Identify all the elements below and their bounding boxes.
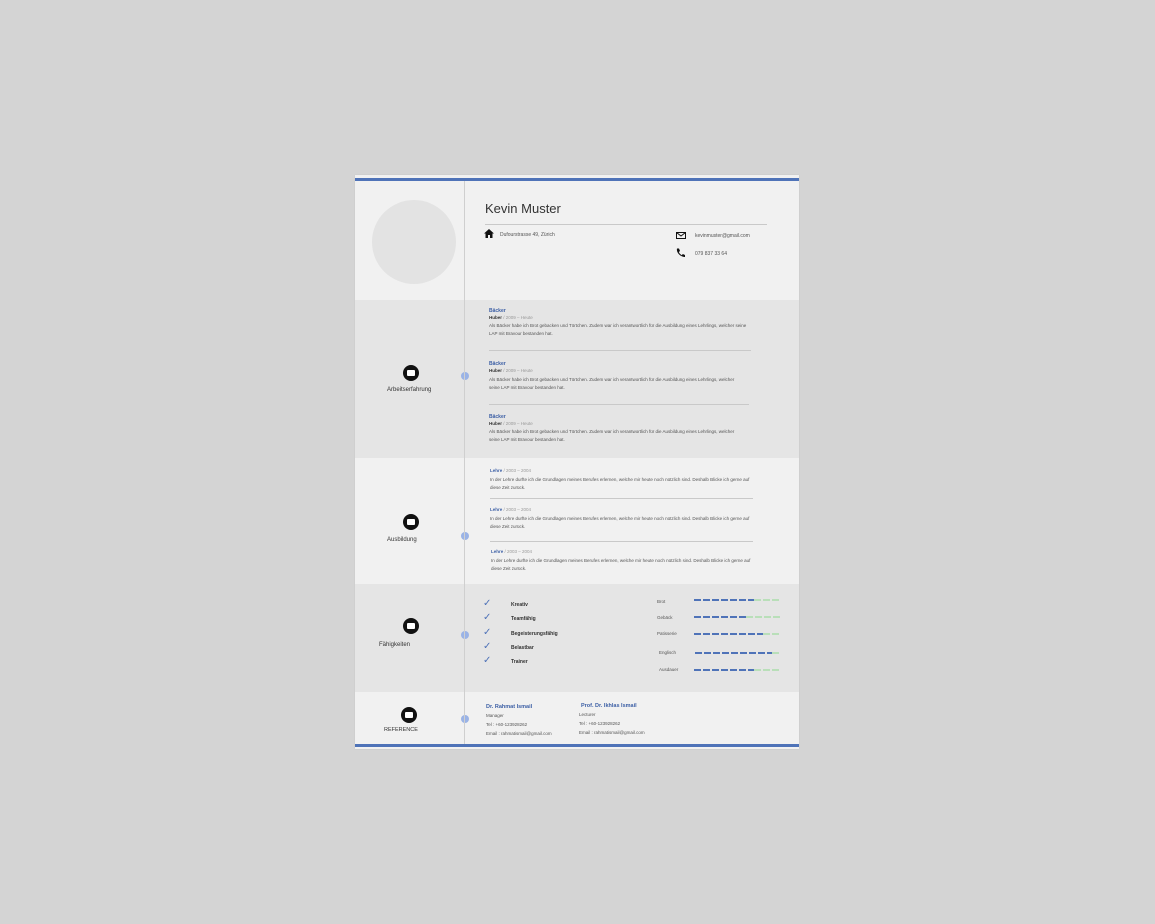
- phone-icon: [676, 248, 685, 257]
- education-section-label: Ausbildung: [387, 537, 417, 543]
- soft-skill-item: Belastbar: [511, 645, 534, 651]
- reference-email: Email : rahmatismail@gmail.com: [579, 730, 645, 735]
- entry-divider: [489, 404, 749, 405]
- phone-text[interactable]: 079 837 33 64: [695, 251, 727, 257]
- reference-icon: [401, 707, 417, 723]
- timeline-line: [464, 181, 465, 744]
- checkmark-icon: ✓: [483, 627, 492, 638]
- skill-level-meter: [694, 669, 780, 671]
- briefcase-icon: [403, 365, 419, 381]
- reference-phone: Tel : +60-123928262: [486, 722, 528, 727]
- skill-level-meter: [695, 652, 781, 654]
- education-entry-text: In der Lehre durfte ich die Grundlagen m…: [490, 516, 750, 529]
- skills-icon: [403, 618, 419, 634]
- education-entry-text: In der Lehre durfte ich die Grundlagen m…: [491, 558, 751, 571]
- work-entry-meta: Huber / 2009 – Heute: [489, 368, 533, 373]
- timeline-dot-skills: [461, 631, 469, 639]
- work-section-label: Arbeitserfahrung: [387, 387, 432, 393]
- skill-level-meter: [694, 616, 780, 618]
- education-entry-meta: Lehre / 2003 – 2004: [490, 507, 532, 512]
- reference-role: Lecturer: [579, 712, 596, 717]
- skill-level-label: Patisserie: [657, 631, 677, 636]
- timeline-dot-education: [461, 532, 469, 540]
- checkmark-icon: ✓: [483, 612, 492, 623]
- reference-role: Manager: [486, 713, 504, 718]
- skill-level-label: Ausdauer: [659, 667, 679, 672]
- reference-name: Dr. Rahmat Ismail: [486, 704, 533, 710]
- reference-phone: Tel : +60-123928262: [579, 721, 621, 726]
- resume-page: Kevin Muster Dufourstrasse 49, Zürich ke…: [355, 175, 799, 749]
- education-entry-text: In der Lehre durfte ich die Grundlagen m…: [490, 477, 750, 490]
- timeline-dot-work: [461, 372, 469, 380]
- soft-skill-item: Begeisterungsfähig: [511, 631, 558, 637]
- email-text[interactable]: kevinmuster@gmail.com: [695, 233, 750, 239]
- education-entry-meta: Lehre / 2003 – 2004: [490, 468, 532, 473]
- skill-level-meter: [694, 633, 780, 635]
- header-divider: [485, 224, 767, 225]
- skill-level-label: Englisch: [659, 650, 677, 655]
- entry-divider: [490, 541, 753, 542]
- work-entry-title: Bäcker: [489, 361, 506, 367]
- soft-skill-item: Teamfähig: [511, 616, 536, 622]
- work-entry-meta: Huber / 2009 – Heute: [489, 421, 533, 426]
- entry-divider: [489, 350, 751, 351]
- skill-level-label: Gebäck: [657, 615, 673, 620]
- work-entry-title: Bäcker: [489, 414, 506, 420]
- graduation-cap-icon: [403, 514, 419, 530]
- address-text: Dufourstrasse 49, Zürich: [500, 232, 555, 238]
- work-entry-text: Als Bäcker habe ich Brot gebacken und Tö…: [489, 377, 735, 390]
- entry-divider: [490, 498, 753, 499]
- work-entry-text: Als Bäcker habe ich Brot gebacken und Tö…: [489, 323, 747, 336]
- checkmark-icon: ✓: [483, 598, 492, 609]
- timeline-dot-reference: [461, 715, 469, 723]
- work-entry-text: Als Bäcker habe ich Brot gebacken und Tö…: [489, 429, 735, 442]
- reference-email: Email : rahmatismail@gmail.com: [486, 731, 552, 736]
- soft-skill-item: Trainer: [511, 659, 528, 665]
- candidate-name: Kevin Muster: [485, 201, 561, 216]
- reference-name: Prof. Dr. Ikhlas Ismail: [581, 703, 637, 709]
- skills-section-label: Fähigkeiten: [379, 642, 411, 648]
- reference-section-label: REFERENCE: [384, 727, 418, 733]
- skill-level-meter: [694, 599, 780, 601]
- skill-level-label: Brot: [657, 599, 666, 604]
- checkmark-icon: ✓: [483, 641, 492, 652]
- bottom-accent-bar: [355, 744, 799, 747]
- education-entry-meta: Lehre / 2003 – 2004: [491, 549, 533, 554]
- top-accent-bar: [355, 178, 799, 181]
- profile-photo-placeholder: [372, 200, 456, 284]
- mail-icon: [676, 232, 686, 239]
- work-entry-meta: Huber / 2009 – Heute: [489, 315, 533, 320]
- home-icon: [484, 229, 494, 238]
- work-entry-title: Bäcker: [489, 308, 506, 314]
- soft-skill-item: Kreativ: [511, 602, 528, 608]
- reference-section: [355, 692, 799, 744]
- checkmark-icon: ✓: [483, 655, 492, 666]
